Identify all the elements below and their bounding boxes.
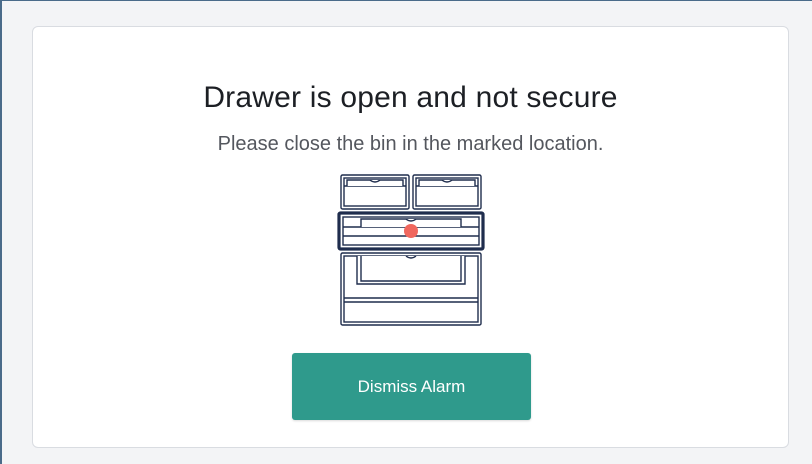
bottom-drawer [340, 252, 482, 326]
top-right-drawer [412, 174, 482, 210]
app-frame: Drawer is open and not secure Please clo… [0, 0, 812, 464]
drawer-cabinet-icon [337, 174, 485, 326]
alert-title: Drawer is open and not secure [203, 81, 618, 114]
alert-message: Please close the bin in the marked locat… [217, 133, 604, 155]
location-marker-icon [404, 224, 418, 238]
top-left-drawer [340, 174, 410, 210]
dismiss-alarm-button[interactable]: Dismiss Alarm [292, 353, 531, 420]
alert-card: Drawer is open and not secure Please clo… [32, 26, 789, 448]
